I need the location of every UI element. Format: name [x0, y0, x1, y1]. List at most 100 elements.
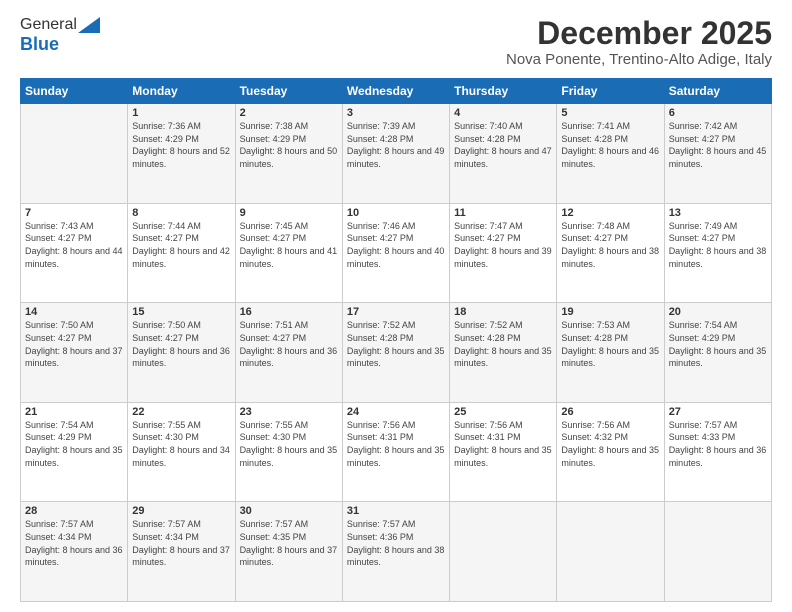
day-cell: 14Sunrise: 7:50 AMSunset: 4:27 PMDayligh…	[21, 303, 128, 403]
day-number: 27	[669, 406, 767, 418]
week-row-1: 7Sunrise: 7:43 AMSunset: 4:27 PMDaylight…	[21, 203, 772, 303]
day-cell: 10Sunrise: 7:46 AMSunset: 4:27 PMDayligh…	[342, 203, 449, 303]
day-cell: 26Sunrise: 7:56 AMSunset: 4:32 PMDayligh…	[557, 402, 664, 502]
day-number: 22	[132, 406, 230, 418]
title-block: December 2025 Nova Ponente, Trentino-Alt…	[506, 16, 772, 68]
day-number: 17	[347, 306, 445, 318]
day-info: Sunrise: 7:43 AMSunset: 4:27 PMDaylight:…	[25, 220, 123, 270]
day-number: 2	[240, 107, 338, 119]
day-number: 28	[25, 505, 123, 517]
day-cell: 12Sunrise: 7:48 AMSunset: 4:27 PMDayligh…	[557, 203, 664, 303]
day-cell	[21, 104, 128, 204]
day-cell	[557, 502, 664, 602]
day-cell: 30Sunrise: 7:57 AMSunset: 4:35 PMDayligh…	[235, 502, 342, 602]
day-number: 24	[347, 406, 445, 418]
header-cell-wednesday: Wednesday	[342, 79, 449, 104]
day-info: Sunrise: 7:47 AMSunset: 4:27 PMDaylight:…	[454, 220, 552, 270]
calendar-table: SundayMondayTuesdayWednesdayThursdayFrid…	[20, 78, 772, 602]
day-number: 11	[454, 207, 552, 219]
logo: General Blue	[20, 16, 100, 55]
week-row-0: 1Sunrise: 7:36 AMSunset: 4:29 PMDaylight…	[21, 104, 772, 204]
day-info: Sunrise: 7:44 AMSunset: 4:27 PMDaylight:…	[132, 220, 230, 270]
day-cell: 28Sunrise: 7:57 AMSunset: 4:34 PMDayligh…	[21, 502, 128, 602]
week-row-3: 21Sunrise: 7:54 AMSunset: 4:29 PMDayligh…	[21, 402, 772, 502]
day-info: Sunrise: 7:57 AMSunset: 4:36 PMDaylight:…	[347, 518, 445, 568]
day-info: Sunrise: 7:48 AMSunset: 4:27 PMDaylight:…	[561, 220, 659, 270]
day-number: 9	[240, 207, 338, 219]
header-cell-saturday: Saturday	[664, 79, 771, 104]
day-number: 14	[25, 306, 123, 318]
day-number: 30	[240, 505, 338, 517]
day-number: 23	[240, 406, 338, 418]
day-info: Sunrise: 7:46 AMSunset: 4:27 PMDaylight:…	[347, 220, 445, 270]
day-cell: 3Sunrise: 7:39 AMSunset: 4:28 PMDaylight…	[342, 104, 449, 204]
day-number: 16	[240, 306, 338, 318]
day-cell: 20Sunrise: 7:54 AMSunset: 4:29 PMDayligh…	[664, 303, 771, 403]
logo-general-text: General	[20, 16, 77, 34]
day-info: Sunrise: 7:36 AMSunset: 4:29 PMDaylight:…	[132, 120, 230, 170]
day-info: Sunrise: 7:56 AMSunset: 4:32 PMDaylight:…	[561, 419, 659, 469]
logo-blue-text: Blue	[20, 34, 59, 55]
day-cell	[664, 502, 771, 602]
day-cell: 4Sunrise: 7:40 AMSunset: 4:28 PMDaylight…	[450, 104, 557, 204]
day-info: Sunrise: 7:57 AMSunset: 4:34 PMDaylight:…	[132, 518, 230, 568]
header-cell-sunday: Sunday	[21, 79, 128, 104]
header-cell-tuesday: Tuesday	[235, 79, 342, 104]
day-number: 10	[347, 207, 445, 219]
day-info: Sunrise: 7:38 AMSunset: 4:29 PMDaylight:…	[240, 120, 338, 170]
day-cell: 18Sunrise: 7:52 AMSunset: 4:28 PMDayligh…	[450, 303, 557, 403]
day-number: 1	[132, 107, 230, 119]
day-info: Sunrise: 7:54 AMSunset: 4:29 PMDaylight:…	[25, 419, 123, 469]
week-row-2: 14Sunrise: 7:50 AMSunset: 4:27 PMDayligh…	[21, 303, 772, 403]
calendar-title: December 2025	[506, 16, 772, 51]
day-info: Sunrise: 7:56 AMSunset: 4:31 PMDaylight:…	[347, 419, 445, 469]
day-cell: 16Sunrise: 7:51 AMSunset: 4:27 PMDayligh…	[235, 303, 342, 403]
page: General Blue December 2025 Nova Ponente,…	[0, 0, 792, 612]
day-number: 13	[669, 207, 767, 219]
day-info: Sunrise: 7:54 AMSunset: 4:29 PMDaylight:…	[669, 319, 767, 369]
day-number: 25	[454, 406, 552, 418]
day-number: 21	[25, 406, 123, 418]
day-cell	[450, 502, 557, 602]
day-cell: 27Sunrise: 7:57 AMSunset: 4:33 PMDayligh…	[664, 402, 771, 502]
day-cell: 23Sunrise: 7:55 AMSunset: 4:30 PMDayligh…	[235, 402, 342, 502]
day-info: Sunrise: 7:56 AMSunset: 4:31 PMDaylight:…	[454, 419, 552, 469]
day-cell: 15Sunrise: 7:50 AMSunset: 4:27 PMDayligh…	[128, 303, 235, 403]
day-number: 6	[669, 107, 767, 119]
day-number: 12	[561, 207, 659, 219]
header-row: SundayMondayTuesdayWednesdayThursdayFrid…	[21, 79, 772, 104]
day-number: 5	[561, 107, 659, 119]
day-cell: 25Sunrise: 7:56 AMSunset: 4:31 PMDayligh…	[450, 402, 557, 502]
day-info: Sunrise: 7:42 AMSunset: 4:27 PMDaylight:…	[669, 120, 767, 170]
day-cell: 22Sunrise: 7:55 AMSunset: 4:30 PMDayligh…	[128, 402, 235, 502]
day-info: Sunrise: 7:39 AMSunset: 4:28 PMDaylight:…	[347, 120, 445, 170]
day-cell: 6Sunrise: 7:42 AMSunset: 4:27 PMDaylight…	[664, 104, 771, 204]
header-cell-thursday: Thursday	[450, 79, 557, 104]
day-number: 7	[25, 207, 123, 219]
day-cell: 1Sunrise: 7:36 AMSunset: 4:29 PMDaylight…	[128, 104, 235, 204]
day-cell: 19Sunrise: 7:53 AMSunset: 4:28 PMDayligh…	[557, 303, 664, 403]
calendar-subtitle: Nova Ponente, Trentino-Alto Adige, Italy	[506, 51, 772, 68]
day-info: Sunrise: 7:41 AMSunset: 4:28 PMDaylight:…	[561, 120, 659, 170]
logo-icon	[78, 17, 100, 33]
day-cell: 24Sunrise: 7:56 AMSunset: 4:31 PMDayligh…	[342, 402, 449, 502]
day-info: Sunrise: 7:55 AMSunset: 4:30 PMDaylight:…	[132, 419, 230, 469]
day-cell: 5Sunrise: 7:41 AMSunset: 4:28 PMDaylight…	[557, 104, 664, 204]
day-info: Sunrise: 7:50 AMSunset: 4:27 PMDaylight:…	[25, 319, 123, 369]
day-number: 3	[347, 107, 445, 119]
day-number: 4	[454, 107, 552, 119]
day-info: Sunrise: 7:49 AMSunset: 4:27 PMDaylight:…	[669, 220, 767, 270]
day-cell: 8Sunrise: 7:44 AMSunset: 4:27 PMDaylight…	[128, 203, 235, 303]
day-number: 8	[132, 207, 230, 219]
day-cell: 13Sunrise: 7:49 AMSunset: 4:27 PMDayligh…	[664, 203, 771, 303]
day-number: 19	[561, 306, 659, 318]
header-cell-monday: Monday	[128, 79, 235, 104]
day-info: Sunrise: 7:51 AMSunset: 4:27 PMDaylight:…	[240, 319, 338, 369]
header: General Blue December 2025 Nova Ponente,…	[20, 16, 772, 68]
day-number: 31	[347, 505, 445, 517]
day-cell: 2Sunrise: 7:38 AMSunset: 4:29 PMDaylight…	[235, 104, 342, 204]
day-cell: 17Sunrise: 7:52 AMSunset: 4:28 PMDayligh…	[342, 303, 449, 403]
day-cell: 21Sunrise: 7:54 AMSunset: 4:29 PMDayligh…	[21, 402, 128, 502]
day-number: 26	[561, 406, 659, 418]
day-info: Sunrise: 7:40 AMSunset: 4:28 PMDaylight:…	[454, 120, 552, 170]
